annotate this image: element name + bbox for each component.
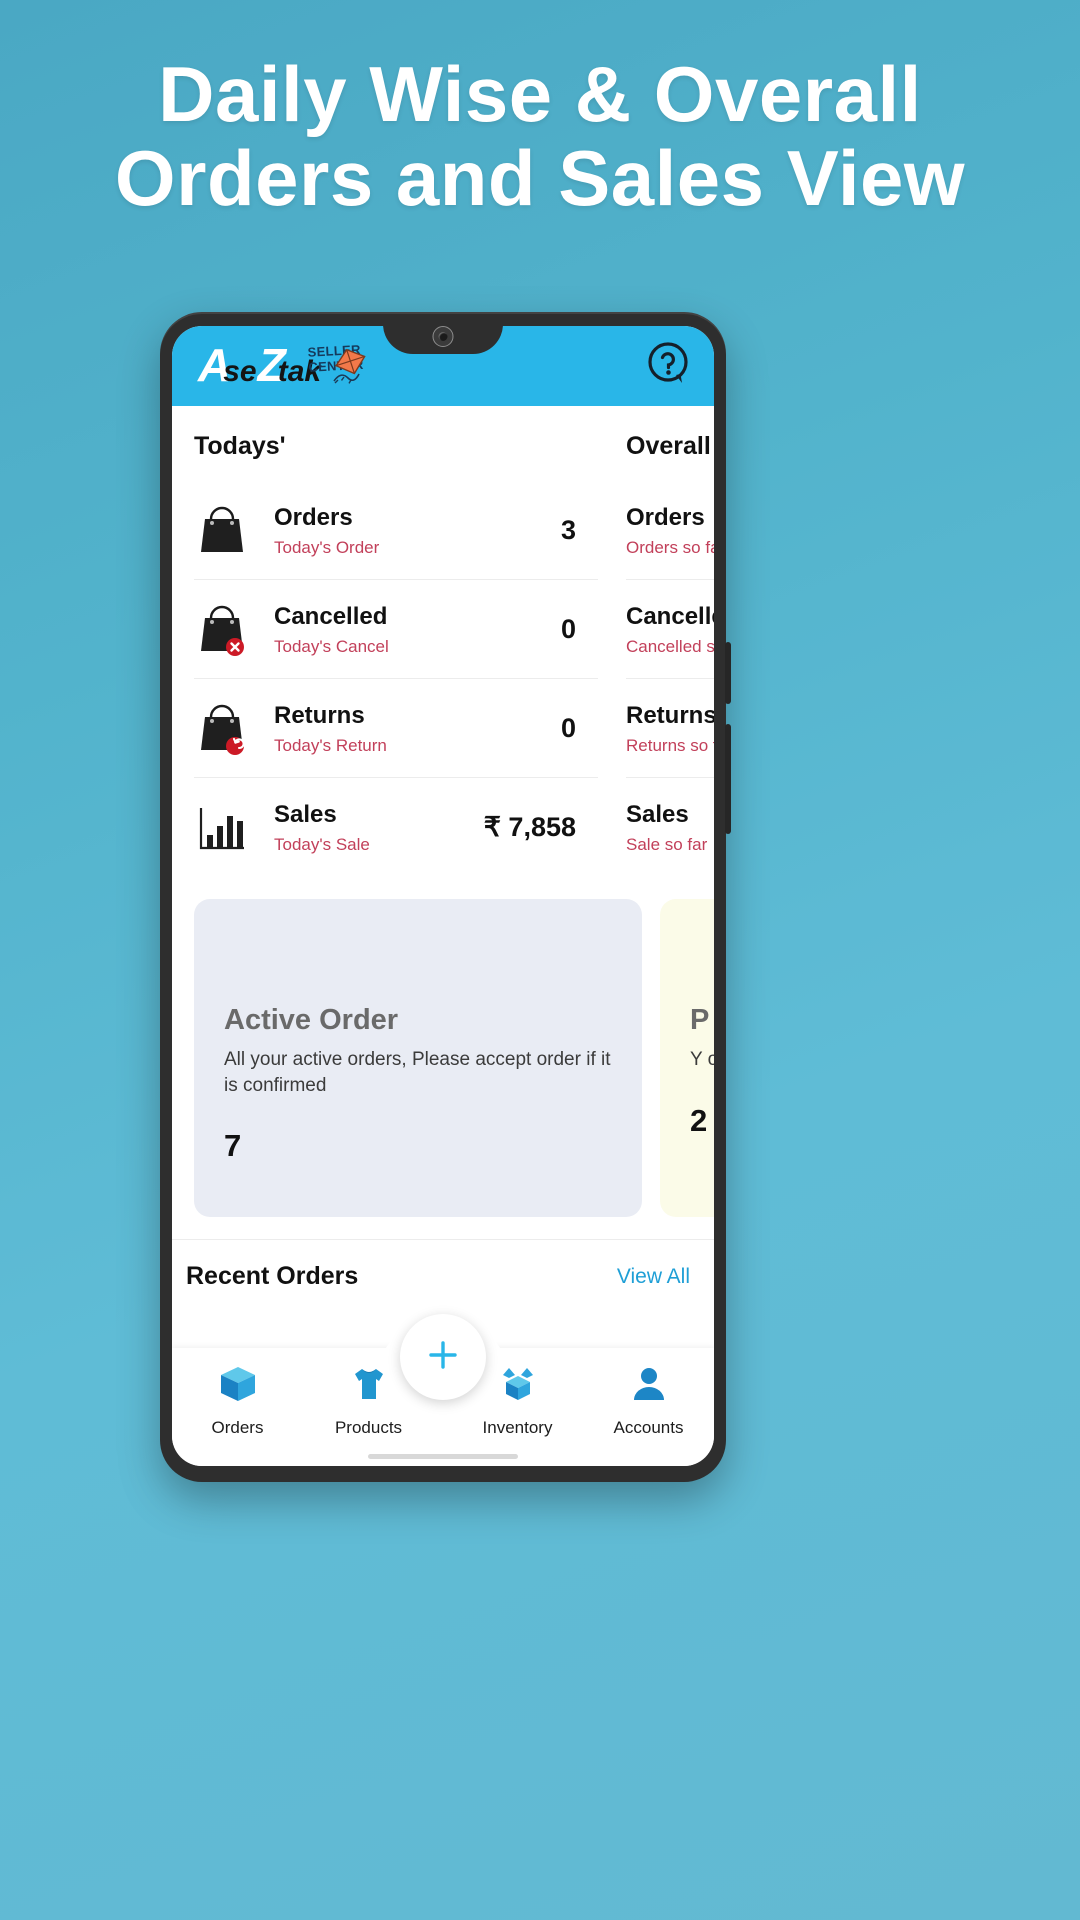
stat-name: Returns — [274, 701, 365, 729]
stat-row-orders[interactable]: Orders Today's Order 3 — [194, 481, 598, 580]
recent-orders-section: Recent Orders View All — [172, 1239, 714, 1291]
stat-row-cancelled[interactable]: Cancelled Today's Cancel 0 — [194, 580, 598, 679]
stat-row-overall-orders[interactable]: Orders Orders so far — [626, 481, 714, 580]
promo-headline: Daily Wise & Overall Orders and Sales Vi… — [0, 50, 1080, 223]
view-all-link[interactable]: View All — [617, 1265, 690, 1289]
stat-row-overall-sales[interactable]: Sales Sale so far — [626, 778, 714, 877]
stat-value: ₹ 7,858 — [483, 812, 576, 842]
today-title: Todays' — [194, 432, 286, 460]
stat-value: 0 — [560, 613, 576, 644]
stat-sub: Cancelled so far — [626, 636, 714, 656]
card-active-order[interactable]: Active Order All your active orders, Ple… — [194, 899, 642, 1217]
inventory-icon — [496, 1362, 540, 1411]
kite-icon — [328, 347, 374, 387]
logo-text-se: se — [223, 354, 257, 388]
recent-orders-title: Recent Orders — [186, 1262, 359, 1290]
gesture-bar — [368, 1454, 518, 1459]
card-next[interactable]: P Y o 2 — [660, 899, 714, 1217]
stat-name: Orders — [274, 503, 353, 531]
stat-name: Sales — [626, 801, 689, 828]
front-camera-icon — [432, 326, 454, 347]
card-description: Y o — [690, 1048, 714, 1070]
phone-power-button — [725, 724, 731, 834]
headline-line-2: Orders and Sales View — [114, 134, 966, 223]
stat-name: Cancelled — [626, 602, 714, 630]
shopping-bag-cancel-icon — [194, 601, 250, 657]
stat-row-overall-cancelled[interactable]: Cancelled Cancelled so far — [626, 580, 714, 679]
card-title: Active Order — [224, 1004, 399, 1036]
stat-row-sales[interactable]: Sales Today's Sale ₹ 7,858 — [194, 778, 598, 877]
stat-sub: Today's Cancel — [274, 636, 389, 656]
stats-column-overall: Overall Orders Orders so far Cancelled C… — [598, 406, 714, 877]
stats-column-today: Todays' Orders Today's Order 3 Cancelled… — [172, 406, 598, 877]
shopping-bag-icon — [194, 502, 250, 558]
shopping-bag-return-icon — [194, 700, 250, 756]
stat-sub: Today's Return — [274, 735, 387, 755]
phone-volume-button — [725, 642, 731, 704]
bar-chart-icon — [194, 802, 250, 854]
stat-value: 0 — [560, 712, 576, 743]
stat-sub: Orders so far — [626, 537, 714, 557]
stat-row-overall-returns[interactable]: Returns Returns so far — [626, 679, 714, 778]
phone-screen: A se Z tak SELLER CENTER — [172, 326, 714, 1466]
app-logo: A se Z tak SELLER CENTER — [198, 342, 374, 389]
card-count: 2 — [690, 1102, 708, 1138]
stat-name: Orders — [626, 503, 705, 531]
app-header: A se Z tak SELLER CENTER — [172, 326, 714, 406]
box-icon — [216, 1362, 260, 1411]
cards-carousel[interactable]: Active Order All your active orders, Ple… — [172, 877, 714, 1239]
person-icon — [627, 1362, 671, 1411]
stat-name: Cancelled — [274, 602, 388, 630]
phone-mockup: A se Z tak SELLER CENTER — [160, 312, 731, 1482]
card-title: P — [690, 1004, 710, 1036]
stat-name: Returns — [626, 701, 714, 729]
nav-item-accounts[interactable]: Accounts — [583, 1362, 714, 1438]
add-button[interactable] — [400, 1314, 486, 1400]
stat-sub: Sale so far — [626, 835, 708, 854]
help-icon[interactable] — [646, 341, 692, 392]
card-description: All your active orders, Please accept or… — [224, 1048, 611, 1096]
nav-label: Inventory — [482, 1418, 553, 1437]
nav-label: Products — [334, 1418, 403, 1437]
stat-sub: Today's Order — [274, 537, 380, 557]
overall-title: Overall — [626, 432, 711, 460]
phone-notch — [383, 326, 503, 354]
headline-line-1: Daily Wise & Overall — [158, 50, 922, 138]
card-count: 7 — [224, 1128, 242, 1164]
stats-scroll-area[interactable]: Todays' Orders Today's Order 3 Cancelled… — [172, 406, 714, 877]
tshirt-icon — [347, 1362, 391, 1411]
stat-value: 3 — [560, 514, 576, 545]
stat-name: Sales — [274, 801, 337, 828]
stat-sub: Returns so far — [626, 735, 714, 755]
stat-sub: Today's Sale — [274, 835, 370, 854]
nav-label: Orders — [211, 1418, 264, 1437]
stat-row-returns[interactable]: Returns Today's Return 0 — [194, 679, 598, 778]
bottom-navigation: Orders Products Inventory Accounts — [172, 1314, 714, 1466]
nav-label: Accounts — [613, 1418, 684, 1437]
plus-icon — [423, 1335, 463, 1380]
nav-item-orders[interactable]: Orders — [172, 1362, 303, 1438]
